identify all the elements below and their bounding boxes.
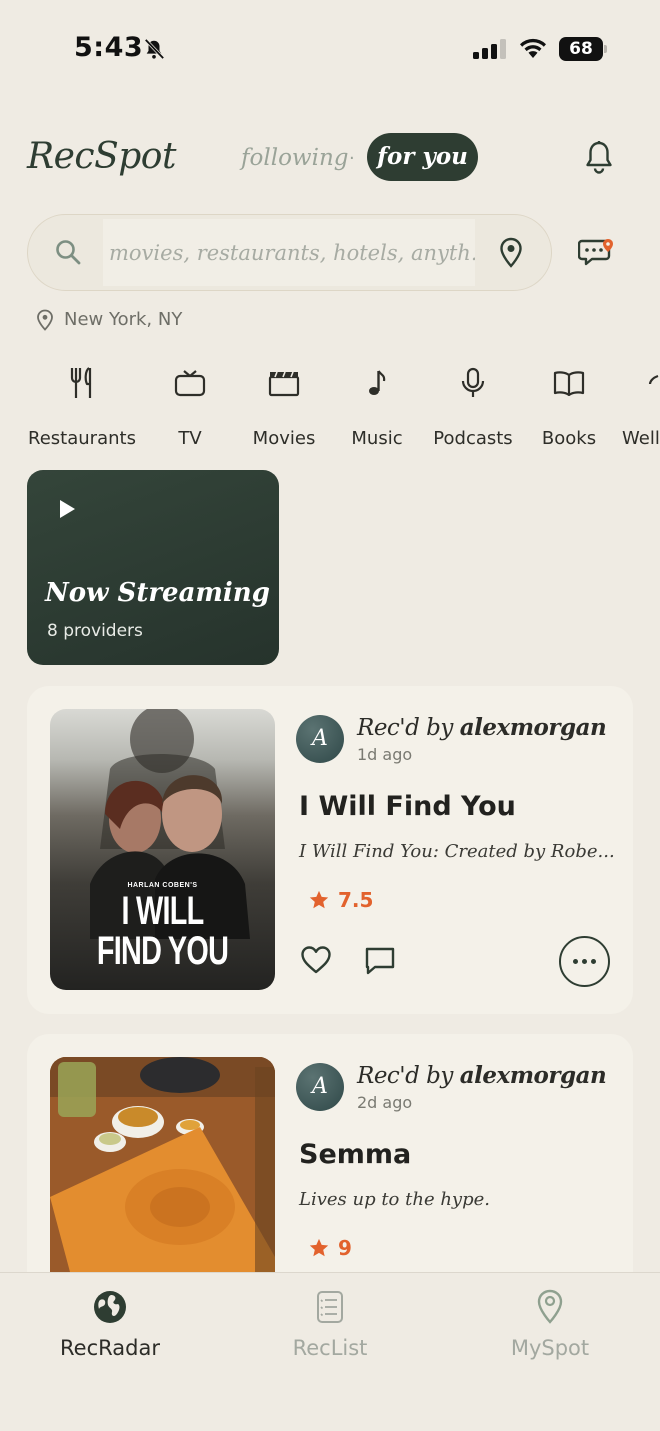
checklist-icon — [220, 1288, 440, 1326]
nav-myspot[interactable]: MySpot — [440, 1288, 660, 1360]
category-label: Well — [622, 428, 660, 449]
bell-slash-icon — [144, 38, 165, 60]
battery-tip — [604, 45, 607, 53]
rec-title[interactable]: Semma — [299, 1139, 411, 1170]
clapperboard-icon — [244, 362, 324, 404]
time-ago: 2d ago — [357, 1093, 413, 1112]
nav-label: MySpot — [510, 1336, 590, 1360]
category-restaurants[interactable]: Restaurants — [27, 362, 137, 449]
category-label: Books — [541, 428, 597, 449]
comment-icon[interactable] — [364, 946, 396, 976]
category-label: Movies — [252, 428, 316, 449]
category-movies[interactable]: Movies — [244, 362, 324, 449]
location-pin-icon[interactable] — [499, 237, 523, 269]
rec-description: Lives up to the hype. — [299, 1189, 490, 1210]
recd-prefix: Rec'd by — [357, 715, 453, 741]
avatar[interactable]: A — [296, 715, 344, 763]
rec-title[interactable]: I Will Find You — [299, 791, 516, 822]
signal-icon — [473, 38, 506, 59]
poster-small-text: HARLAN COBEN'S — [127, 882, 198, 889]
nav-reclist[interactable]: RecList — [220, 1288, 440, 1360]
restaurant-photo[interactable] — [50, 1057, 275, 1272]
star-icon — [309, 890, 329, 909]
now-streaming-title: Now Streaming — [45, 578, 270, 608]
location-pin-icon — [440, 1288, 660, 1326]
star-icon — [309, 1238, 329, 1257]
location-small-icon — [37, 309, 53, 331]
chat-location-icon[interactable] — [578, 236, 616, 268]
status-time: 5:43 — [74, 32, 144, 63]
rec-description: I Will Find You: Created by Robe... — [299, 841, 615, 862]
category-tv[interactable]: TV — [155, 362, 225, 449]
play-icon — [60, 500, 75, 518]
globe-icon — [0, 1288, 220, 1326]
rating: 7.5 — [308, 888, 373, 912]
avatar[interactable]: A — [296, 1063, 344, 1111]
book-icon — [535, 362, 603, 404]
music-note-icon — [344, 362, 410, 404]
tab-following[interactable]: following — [241, 145, 349, 171]
recd-by: Rec'd by alexmorgan — [357, 1062, 607, 1089]
time-ago: 1d ago — [357, 745, 413, 764]
movie-poster[interactable]: HARLAN COBEN'S I WILL FIND YOU — [50, 709, 275, 990]
recd-by: Rec'd by alexmorgan — [357, 714, 607, 741]
category-music[interactable]: Music — [344, 362, 410, 449]
category-label: Podcasts — [433, 428, 513, 449]
nav-label: RecList — [292, 1336, 368, 1360]
poster-title-line1: I WILL — [121, 889, 204, 933]
microphone-icon — [427, 362, 519, 404]
current-location[interactable]: New York, NY — [64, 309, 182, 330]
nav-label: RecRadar — [60, 1336, 160, 1360]
search-input[interactable] — [103, 219, 475, 286]
more-options-button[interactable] — [559, 936, 610, 987]
rating-value: 9 — [338, 1236, 352, 1260]
category-books[interactable]: Books — [535, 362, 603, 449]
category-podcasts[interactable]: Podcasts — [427, 362, 519, 449]
tab-for-you[interactable]: for you — [367, 133, 478, 181]
nav-recradar[interactable]: RecRadar — [0, 1288, 220, 1360]
app-logo: RecSpot — [27, 136, 176, 177]
tv-icon — [155, 362, 225, 404]
search-icon — [56, 240, 81, 265]
category-label: TV — [178, 428, 202, 449]
bell-icon[interactable] — [584, 140, 614, 174]
recd-prefix: Rec'd by — [357, 1063, 453, 1089]
recd-user[interactable]: alexmorgan — [460, 1062, 607, 1089]
heart-icon[interactable] — [300, 945, 332, 975]
fork-knife-icon — [27, 362, 137, 404]
tab-separator: · — [349, 148, 355, 169]
poster-title-line2: FIND YOU — [96, 929, 229, 973]
category-label: Music — [351, 428, 403, 449]
wellness-icon — [622, 362, 660, 404]
now-streaming-subtitle: 8 providers — [47, 621, 143, 641]
recd-user[interactable]: alexmorgan — [460, 714, 607, 741]
wifi-icon — [520, 38, 546, 58]
rating: 9 — [308, 1236, 352, 1260]
rating-value: 7.5 — [338, 888, 374, 912]
battery-icon: 68 — [559, 37, 603, 61]
category-wellness[interactable]: Well — [622, 362, 660, 449]
category-label: Restaurants — [28, 428, 136, 449]
